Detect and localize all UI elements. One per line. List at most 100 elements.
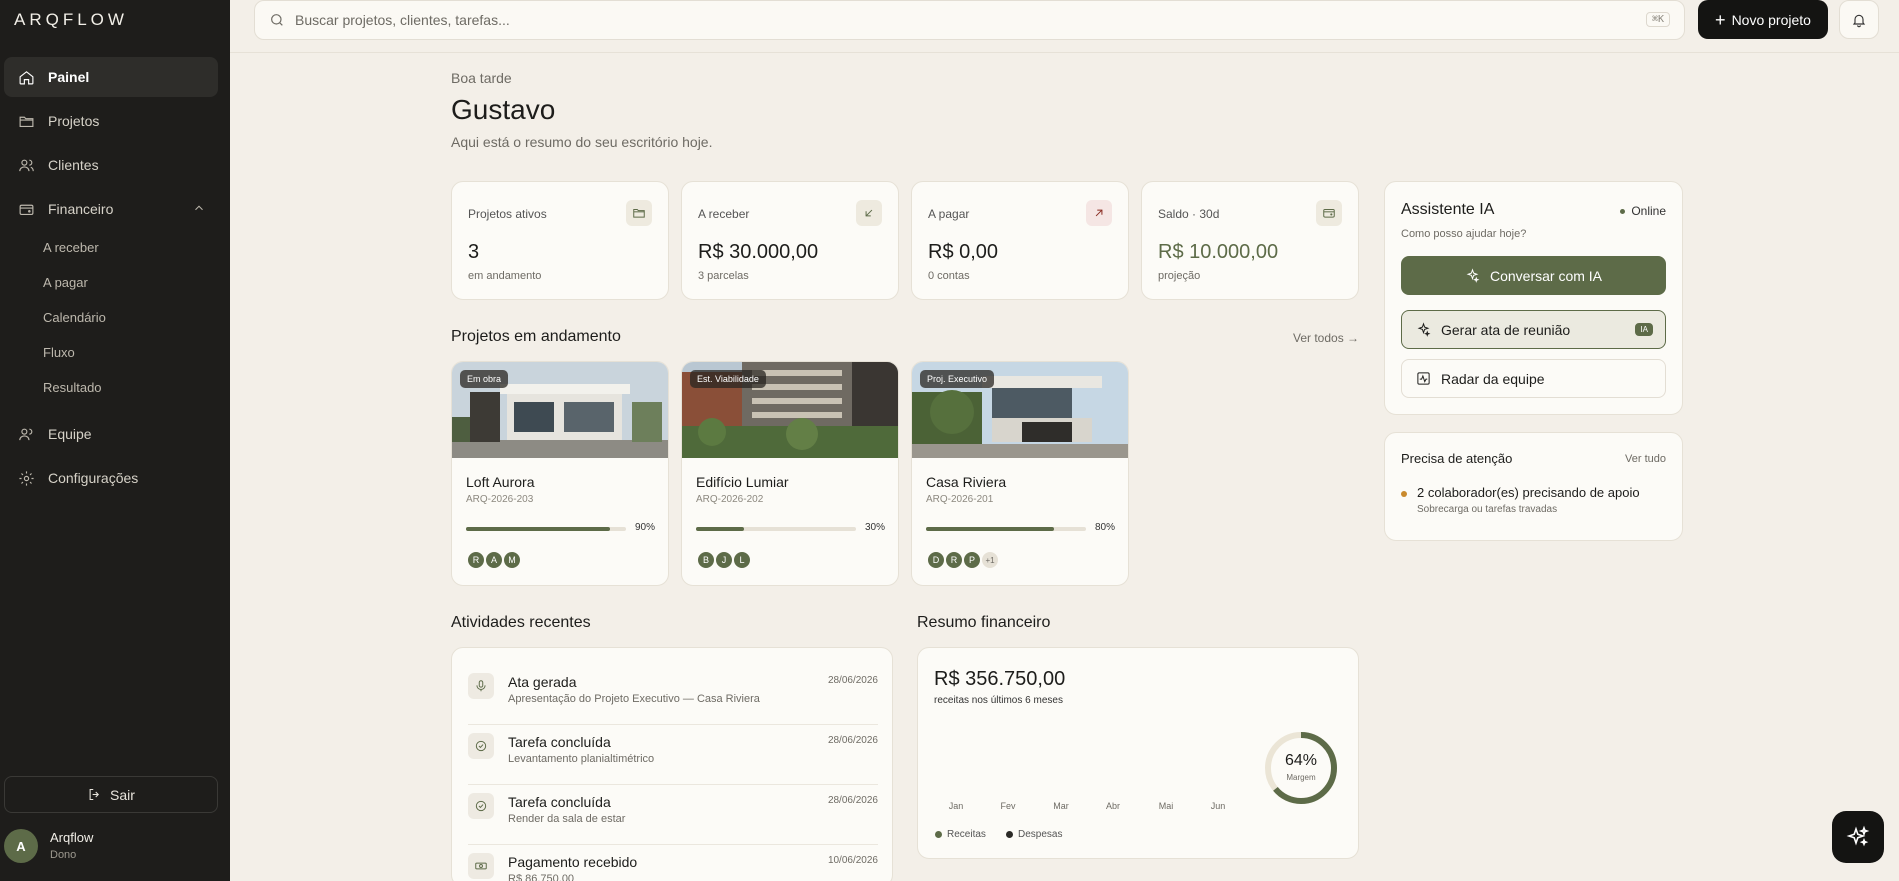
progress-fill	[466, 527, 610, 531]
chat-with-ai-button[interactable]: Conversar com IA	[1401, 256, 1666, 295]
sparkles-icon	[1417, 322, 1431, 337]
legend-label: Receitas	[947, 829, 986, 840]
activity-item[interactable]: Tarefa concluída Render da sala de estar…	[468, 785, 878, 845]
chat-with-ai-label: Conversar com IA	[1489, 267, 1603, 284]
kpi-card-projetos-ativos[interactable]: Projetos ativos 3 em andamento	[451, 181, 669, 300]
kpi-card-saldo[interactable]: Saldo · 30d R$ 10.000,00 projeção	[1141, 181, 1359, 300]
project-progress-bar	[696, 527, 856, 531]
search-input[interactable]	[295, 12, 1595, 28]
activity-date: 28/06/2026	[827, 735, 878, 746]
project-code: ARQ-2026-203	[466, 494, 534, 505]
project-progress-label: 90%	[634, 522, 655, 533]
kpi-label: Saldo · 30d	[1158, 207, 1220, 221]
sidebar-item-label: Configurações	[48, 470, 139, 486]
ai-fab-button[interactable]	[1832, 811, 1884, 863]
sidebar-subitem-resultado[interactable]: Resultado	[43, 380, 102, 395]
kpi-value: R$ 30.000,00	[698, 241, 819, 263]
kpi-card-a-receber[interactable]: A receber R$ 30.000,00 3 parcelas	[681, 181, 899, 300]
attention-see-all-link[interactable]: Ver tudo	[1625, 453, 1666, 465]
generate-minutes-button[interactable]: Gerar ata de reunião IA	[1401, 310, 1666, 349]
kpi-value: R$ 10.000,00	[1158, 241, 1279, 263]
project-progress-bar	[466, 527, 626, 531]
greeting-subtitle: Aqui está o resumo do seu escritório hoj…	[451, 134, 713, 150]
project-name: Edifício Lumiar	[696, 474, 789, 490]
avatar: M	[502, 550, 522, 570]
gear-icon	[16, 468, 36, 488]
new-project-button[interactable]: + Novo projeto	[1698, 0, 1828, 39]
attention-item[interactable]: 2 colaborador(es) precisando de apoio	[1417, 485, 1640, 500]
avatar[interactable]: A	[4, 829, 38, 863]
sidebar: ARQFLOW Painel Projetos Clientes Finance…	[0, 0, 230, 881]
project-card[interactable]: Est. Viabilidade Edifício Lumiar ARQ-202…	[681, 361, 899, 586]
ai-assistant-title: Assistente IA	[1401, 201, 1495, 218]
sidebar-subitem-calendario[interactable]: Calendário	[43, 310, 106, 325]
sidebar-item-configuracoes[interactable]: Configurações	[4, 458, 218, 498]
cash-icon	[468, 853, 494, 879]
activity-desc: Render da sala de estar	[508, 813, 626, 825]
avatar: D	[926, 550, 946, 570]
notifications-button[interactable]	[1839, 0, 1879, 39]
finance-section-title: Resumo financeiro	[917, 614, 1051, 631]
avatar-more: +1	[980, 550, 1000, 570]
kpi-sub: projeção	[1158, 270, 1201, 282]
folder-icon	[626, 200, 652, 226]
sidebar-item-financeiro[interactable]: Financeiro	[4, 189, 218, 229]
sidebar-subitem-a-receber[interactable]: A receber	[43, 240, 99, 255]
activities-section-title: Atividades recentes	[451, 614, 591, 631]
project-card[interactable]: Em obra Loft Aurora ARQ-2026-203 90% R A…	[451, 361, 669, 586]
app-logo[interactable]: ARQFLOW	[14, 10, 128, 30]
kpi-sub: 0 contas	[928, 270, 970, 282]
wallet-icon	[16, 199, 36, 219]
sidebar-subitem-a-pagar[interactable]: A pagar	[43, 275, 88, 290]
warning-dot	[1401, 491, 1407, 497]
project-status-badge: Proj. Executivo	[920, 370, 995, 388]
finance-subtitle: receitas nos últimos 6 meses	[934, 695, 1063, 706]
kpi-value: 3	[468, 241, 480, 263]
activity-desc: Apresentação do Projeto Executivo — Casa…	[508, 693, 760, 705]
legend-despesas: Despesas	[1006, 829, 1062, 840]
activity-item[interactable]: Ata gerada Apresentação do Projeto Execu…	[468, 665, 878, 725]
wallet-icon	[1316, 200, 1342, 226]
sidebar-subitem-fluxo[interactable]: Fluxo	[43, 345, 75, 360]
sidebar-item-label: Painel	[48, 69, 90, 85]
avatar: B	[696, 550, 716, 570]
logout-button[interactable]: Sair	[4, 776, 218, 813]
activities-card: Ata gerada Apresentação do Projeto Execu…	[451, 647, 893, 881]
sidebar-item-clientes[interactable]: Clientes	[4, 145, 218, 185]
logout-label: Sair	[110, 786, 135, 803]
activity-date: 28/06/2026	[827, 795, 878, 806]
status-badge: Online	[1620, 204, 1666, 218]
team-icon	[16, 424, 36, 444]
month-label: Fev	[1000, 801, 1016, 811]
logout-icon	[89, 788, 100, 801]
project-name: Loft Aurora	[466, 474, 535, 490]
chevron-up-icon[interactable]	[192, 201, 206, 215]
home-icon	[16, 67, 36, 87]
user-role: Dono	[50, 849, 77, 861]
new-project-label: Novo projeto	[1731, 11, 1811, 28]
plus-icon: +	[1715, 9, 1726, 30]
project-status-badge: Em obra	[460, 370, 509, 388]
project-team: B J L	[696, 550, 752, 570]
legend-receitas: Receitas	[935, 829, 986, 840]
team-radar-button[interactable]: Radar da equipe	[1401, 359, 1666, 398]
project-card[interactable]: Proj. Executivo Casa Riviera ARQ-2026-20…	[911, 361, 1129, 586]
projects-section-title: Projetos em andamento	[451, 328, 621, 345]
projects-see-all-link[interactable]: Ver todos →	[1293, 331, 1359, 345]
project-team: R A M	[466, 550, 522, 570]
month-label: Mai	[1158, 801, 1174, 811]
activity-item[interactable]: Pagamento recebido R$ 86.750,00 10/06/20…	[468, 845, 878, 881]
folder-icon	[16, 111, 36, 131]
sidebar-item-label: Financeiro	[48, 201, 114, 217]
search-bar[interactable]: ⌘K	[254, 0, 1685, 40]
month-label: Abr	[1105, 801, 1120, 811]
sidebar-item-painel[interactable]: Painel	[4, 57, 218, 97]
sidebar-item-projetos[interactable]: Projetos	[4, 101, 218, 141]
kpi-card-a-pagar[interactable]: A pagar R$ 0,00 0 contas	[911, 181, 1129, 300]
progress-fill	[696, 527, 744, 531]
project-name: Casa Riviera	[926, 474, 1007, 490]
activity-item[interactable]: Tarefa concluída Levantamento planialtim…	[468, 725, 878, 785]
avatar: L	[732, 550, 752, 570]
arrow-down-left-icon	[856, 200, 882, 226]
sidebar-item-equipe[interactable]: Equipe	[4, 414, 218, 454]
